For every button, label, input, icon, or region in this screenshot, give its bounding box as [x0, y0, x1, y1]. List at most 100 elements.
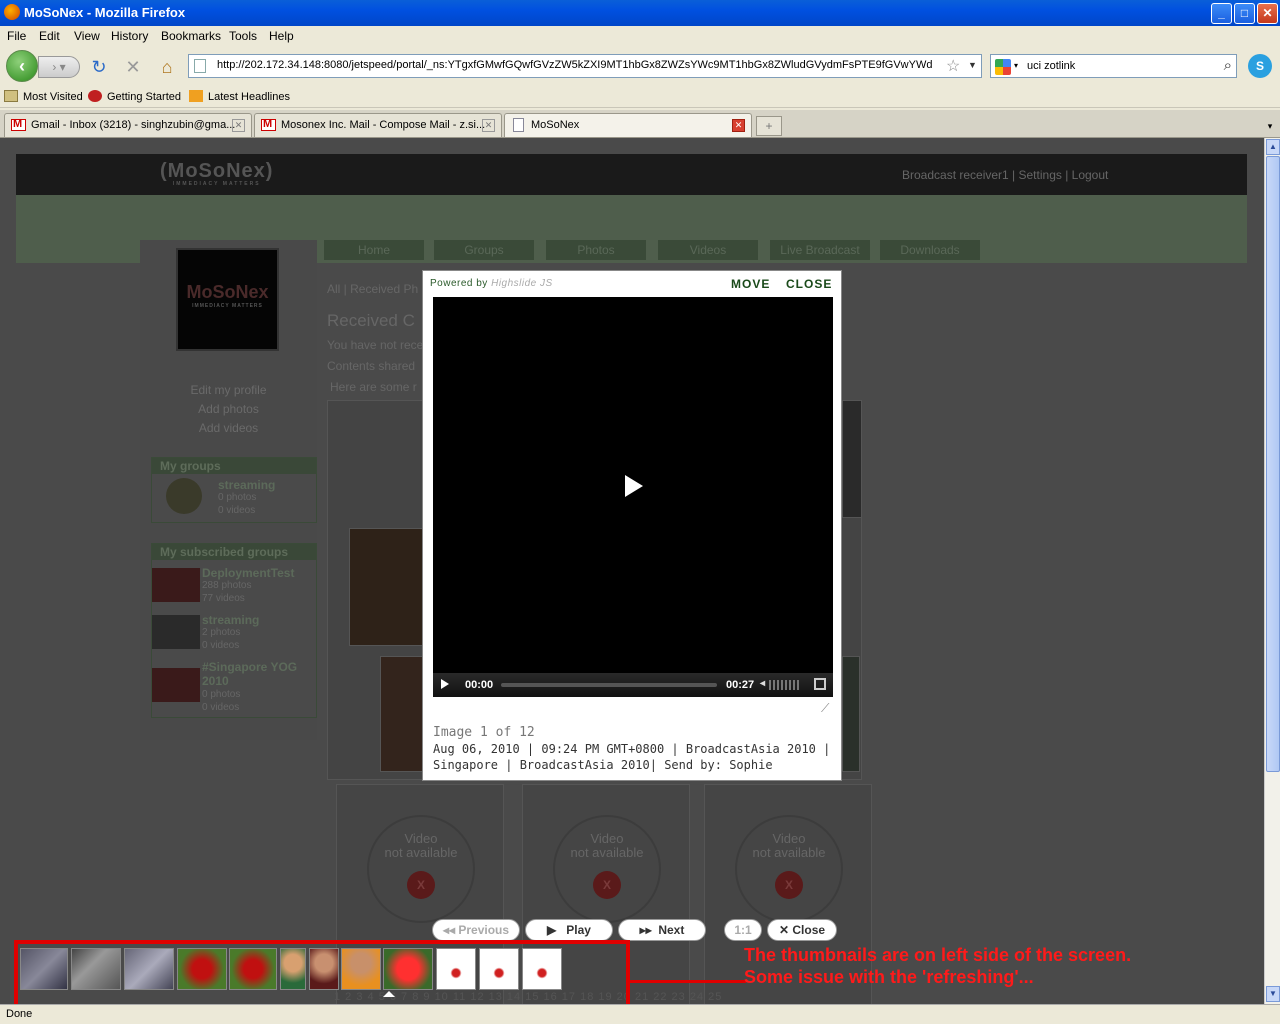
nav-home[interactable]: Home — [324, 240, 424, 260]
group-name[interactable]: streaming — [202, 613, 259, 627]
move-button[interactable]: MOVE — [731, 277, 770, 291]
tab-close-icon[interactable]: ✕ — [482, 119, 495, 132]
scroll-up-icon[interactable]: ▲ — [1266, 139, 1280, 155]
profile-tagline: IMMEDIACY MATTERS — [192, 303, 263, 309]
search-bar[interactable]: ▾ uci zotlink ⌕ — [990, 54, 1237, 78]
nav-live-broadcast[interactable]: Live Broadcast — [770, 240, 870, 260]
reload-icon[interactable]: ↻ — [88, 56, 110, 78]
bookmark-label: Latest Headlines — [208, 91, 290, 103]
info-line-1: You have not rece — [327, 338, 424, 352]
group-name[interactable]: streaming — [218, 478, 275, 492]
nav-downloads[interactable]: Downloads — [880, 240, 980, 260]
stop-icon[interactable]: ✕ — [122, 56, 144, 78]
group-name-line2[interactable]: 2010 — [202, 674, 229, 688]
next-button[interactable]: ▸▸ Next — [618, 919, 706, 941]
forward-button[interactable]: › ▾ — [38, 56, 80, 78]
edit-profile-link[interactable]: Edit my profile — [140, 383, 317, 397]
page-content: (MoSoNex) IMMEDIACY MATTERS Broadcast rec… — [0, 138, 1264, 1004]
resize-handle-icon[interactable]: ⟋ — [821, 701, 829, 716]
tab-label: Mosonex Inc. Mail - Compose Mail - z.si.… — [281, 119, 486, 131]
page-icon — [513, 118, 524, 132]
home-icon[interactable]: ⌂ — [156, 56, 178, 78]
nav-videos[interactable]: Videos — [658, 240, 758, 260]
play-button[interactable]: ▶ Play — [525, 919, 613, 941]
menu-view[interactable]: View — [74, 29, 100, 43]
menu-file[interactable]: File — [7, 29, 26, 43]
powered-by[interactable]: Powered by Highslide JS — [430, 278, 553, 289]
photo-thumbnail[interactable] — [349, 528, 424, 646]
menu-bookmarks[interactable]: Bookmarks — [161, 29, 221, 43]
search-input[interactable]: uci zotlink — [1027, 60, 1075, 72]
back-button[interactable]: ‹ — [6, 50, 38, 82]
maximize-button[interactable]: □ — [1234, 3, 1255, 24]
tab-gmail-inbox[interactable]: Gmail - Inbox (3218) - singhzubin@gma...… — [4, 113, 252, 137]
previous-button[interactable]: ◂◂ Previous — [432, 919, 520, 941]
next-icon: ▸▸ — [639, 923, 652, 937]
vertical-scrollbar[interactable]: ▲ ▼ — [1264, 138, 1280, 1004]
gmail-icon — [11, 118, 26, 131]
search-engine-dropdown-icon[interactable]: ▾ — [1014, 61, 1018, 70]
group-thumbnail — [152, 615, 200, 649]
status-text: Done — [6, 1008, 33, 1020]
big-play-icon[interactable] — [625, 475, 643, 497]
tab-list-icon[interactable]: ▾ — [1262, 116, 1278, 136]
tab-close-icon[interactable]: ✕ — [732, 119, 745, 132]
close-window-button[interactable]: ✕ — [1257, 3, 1278, 24]
address-bar[interactable]: http://202.172.34.148:8080/jetspeed/port… — [188, 54, 982, 78]
minimize-button[interactable]: _ — [1211, 3, 1232, 24]
tab-mosonex[interactable]: MoSoNex ✕ — [504, 113, 752, 137]
tab-label: MoSoNex — [531, 119, 580, 131]
annotation-text: The thumbnails are on left side of the s… — [744, 944, 1131, 988]
skype-icon[interactable]: S — [1248, 54, 1272, 78]
full-size-button[interactable]: 1:1 — [724, 919, 762, 941]
group-videos: 0 videos — [218, 505, 256, 516]
video-controls: 00:00 00:27 ◂ — [433, 673, 833, 697]
total-time: 00:27 — [726, 679, 755, 691]
close-popup-button[interactable]: CLOSE — [786, 277, 832, 291]
bookmark-most-visited[interactable]: Most Visited — [4, 90, 83, 103]
scroll-down-icon[interactable]: ▼ — [1266, 986, 1280, 1002]
volume-icon[interactable]: ◂ — [760, 678, 765, 689]
add-videos-link[interactable]: Add videos — [140, 421, 317, 435]
menu-tools[interactable]: Tools — [229, 29, 257, 43]
nav-photos[interactable]: Photos — [546, 240, 646, 260]
search-icon[interactable]: ⌕ — [1224, 57, 1232, 74]
bookmark-latest-headlines[interactable]: Latest Headlines — [189, 90, 290, 103]
header-links[interactable]: Broadcast receiver1 | Settings | Logout — [902, 168, 1108, 182]
url-dropdown-icon[interactable]: ▼ — [968, 60, 977, 70]
google-search-engine-icon[interactable] — [995, 59, 1011, 75]
scroll-thumb[interactable] — [1266, 156, 1280, 772]
video-player[interactable]: 00:00 00:27 ◂ — [433, 297, 833, 697]
seek-bar[interactable] — [501, 683, 717, 687]
previous-icon: ◂◂ — [442, 923, 455, 937]
address-url[interactable]: http://202.172.34.148:8080/jetspeed/port… — [217, 59, 932, 71]
group-name[interactable]: DeploymentTest — [202, 566, 294, 580]
photo-thumbnail[interactable] — [842, 656, 860, 772]
play-icon[interactable] — [441, 679, 449, 689]
bookmark-getting-started[interactable]: Getting Started — [88, 90, 181, 103]
photo-thumbnail[interactable] — [842, 400, 862, 518]
group-name[interactable]: #Singapore YOG — [202, 660, 297, 674]
menu-edit[interactable]: Edit — [39, 29, 60, 43]
bookmarks-toolbar: Most Visited Getting Started Latest Head… — [0, 86, 1280, 108]
current-time: 00:00 — [465, 679, 494, 691]
group-photos: 2 photos — [202, 627, 241, 638]
annotation-connector-line — [626, 980, 746, 983]
photo-thumbnail[interactable] — [380, 656, 424, 772]
fullscreen-icon[interactable] — [814, 678, 826, 690]
menu-history[interactable]: History — [111, 29, 148, 43]
filter-links[interactable]: All | Received Ph — [327, 282, 418, 296]
nav-groups[interactable]: Groups — [434, 240, 534, 260]
tab-bar: Gmail - Inbox (3218) - singhzubin@gma...… — [0, 110, 1280, 138]
bookmark-star-icon[interactable]: ☆ — [946, 56, 960, 76]
new-tab-button[interactable]: + — [756, 116, 782, 136]
volume-slider[interactable] — [769, 680, 801, 690]
play-icon: ▶ — [547, 923, 557, 937]
site-logo[interactable]: (MoSoNex) IMMEDIACY MATTERS — [160, 160, 273, 187]
tab-mosonex-mail[interactable]: Mosonex Inc. Mail - Compose Mail - z.si.… — [254, 113, 502, 137]
menu-help[interactable]: Help — [269, 29, 294, 43]
close-slideshow-button[interactable]: ✕ Close — [767, 919, 837, 941]
tab-close-icon[interactable]: ✕ — [232, 119, 245, 132]
add-photos-link[interactable]: Add photos — [140, 402, 317, 416]
image-index: Image 1 of 12 — [433, 725, 535, 740]
